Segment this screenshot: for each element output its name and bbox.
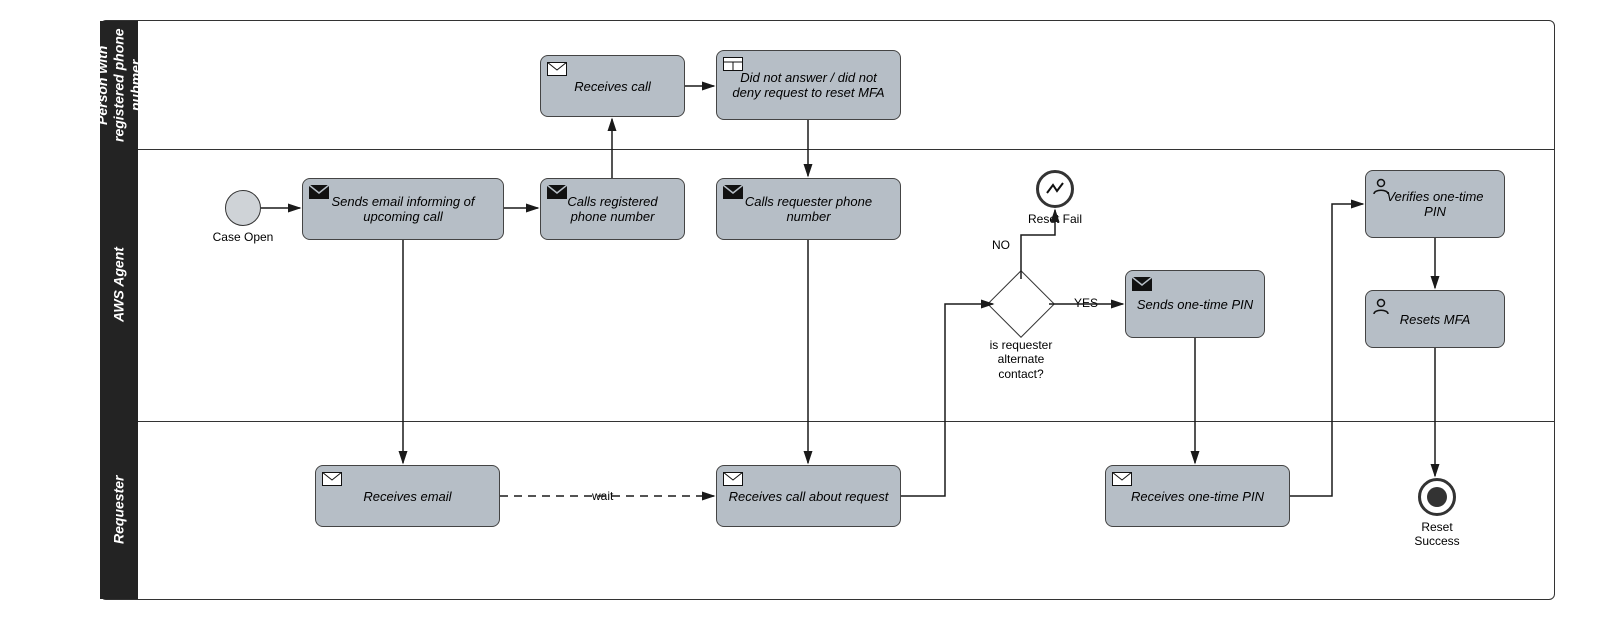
lane-header-requester: Requester [100,421,138,599]
lane-header-label: Person with registered phone nubmer [94,25,144,145]
label-text: YES [1074,296,1098,310]
task-calls-requester: Calls requester phone number [716,178,901,240]
lane-divider [138,149,1555,150]
task-label: Receives call [574,79,651,94]
envelope-icon-filled [309,185,329,202]
lane-header-label: AWS Agent [111,248,128,323]
event-label-reset-fail: Reset Fail [1015,212,1095,226]
table-icon [723,57,743,74]
envelope-icon-filled [723,185,743,202]
task-label: Sends one-time PIN [1137,297,1253,312]
user-icon [1372,297,1390,318]
envelope-icon-filled [1132,277,1152,294]
lane-header-person: Person with registered phone nubmer [100,21,138,149]
envelope-icon-outline [723,472,743,489]
task-resets-mfa: Resets MFA [1365,290,1505,348]
event-text: Case Open [213,230,274,244]
task-label: Receives email [363,489,451,504]
flow-label-yes: YES [1072,296,1100,310]
gateway-text: is requester alternate contact? [990,338,1053,381]
task-label: Calls registered phone number [549,194,676,224]
task-did-not-answer: Did not answer / did not deny request to… [716,50,901,120]
task-sends-email: Sends email informing of upcoming call [302,178,504,240]
label-text: NO [992,238,1010,252]
task-label: Receives call about request [729,489,889,504]
start-event-case-open [225,190,261,226]
user-icon [1372,177,1390,198]
lane-divider [138,421,1555,422]
task-verifies-pin: Verifies one-time PIN [1365,170,1505,238]
task-label: Did not answer / did not deny request to… [725,70,892,100]
task-label: Resets MFA [1400,312,1471,327]
flow-label-no: NO [990,238,1012,252]
task-label: Sends email informing of upcoming call [311,194,495,224]
envelope-icon-outline [322,472,342,489]
envelope-icon-outline [1112,472,1132,489]
flow-label-wait: wait [590,489,615,503]
task-label: Receives one-time PIN [1131,489,1264,504]
event-text: Reset Success [1414,520,1459,548]
task-receives-call: Receives call [540,55,685,117]
end-event-reset-success [1418,478,1456,516]
envelope-icon-outline [547,62,567,79]
task-label: Verifies one-time PIN [1374,189,1496,219]
envelope-icon-filled [547,185,567,202]
task-receives-call-about: Receives call about request [716,465,901,527]
task-calls-registered: Calls registered phone number [540,178,685,240]
task-sends-pin: Sends one-time PIN [1125,270,1265,338]
lane-header-agent: AWS Agent [100,149,138,421]
gateway-label: is requester alternate contact? [976,338,1066,381]
label-text: wait [592,489,613,503]
task-receives-pin: Receives one-time PIN [1105,465,1290,527]
start-event-label: Case Open [203,230,283,244]
task-receives-email: Receives email [315,465,500,527]
task-label: Calls requester phone number [725,194,892,224]
event-label-reset-success: Reset Success [1397,520,1477,548]
lane-header-label: Requester [111,476,128,544]
event-text: Reset Fail [1028,212,1082,226]
end-event-reset-fail [1036,170,1074,208]
